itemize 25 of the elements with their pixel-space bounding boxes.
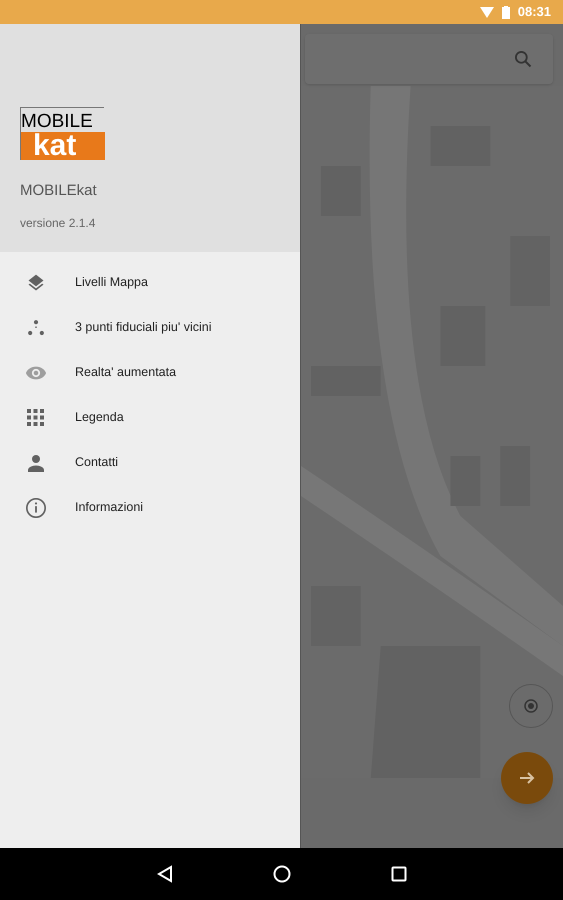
person-icon: [26, 454, 44, 472]
drawer-item[interactable]: Informazioni: [0, 485, 300, 530]
locate-button[interactable]: [509, 684, 553, 728]
grid-icon: [26, 408, 44, 426]
battery-icon: [502, 6, 510, 18]
drawer-item[interactable]: Legenda: [0, 395, 300, 440]
three-dots-icon: [26, 318, 46, 338]
back-icon[interactable]: [156, 865, 172, 883]
drawer-item[interactable]: Livelli Mappa: [0, 260, 300, 305]
drawer-item[interactable]: 3 punti fiduciali piu' vicini: [0, 305, 300, 350]
wifi-icon: [480, 6, 494, 18]
home-icon[interactable]: [272, 865, 290, 883]
app-version: versione 2.1.4: [20, 215, 96, 232]
logo-text: MOBILE: [21, 112, 94, 132]
drawer-item[interactable]: Contatti: [0, 440, 300, 485]
search-icon: [513, 49, 533, 69]
drawer-item[interactable]: Realta' aumentata: [0, 350, 300, 395]
layers-icon: [26, 272, 46, 292]
eye-icon: [24, 364, 46, 380]
clock: 08:31: [518, 3, 551, 22]
app-name: MOBILEkat: [20, 180, 98, 200]
logo-text: kat: [21, 132, 105, 160]
target-icon: [523, 698, 539, 714]
info-icon: [24, 496, 46, 518]
recents-icon[interactable]: [390, 866, 406, 882]
